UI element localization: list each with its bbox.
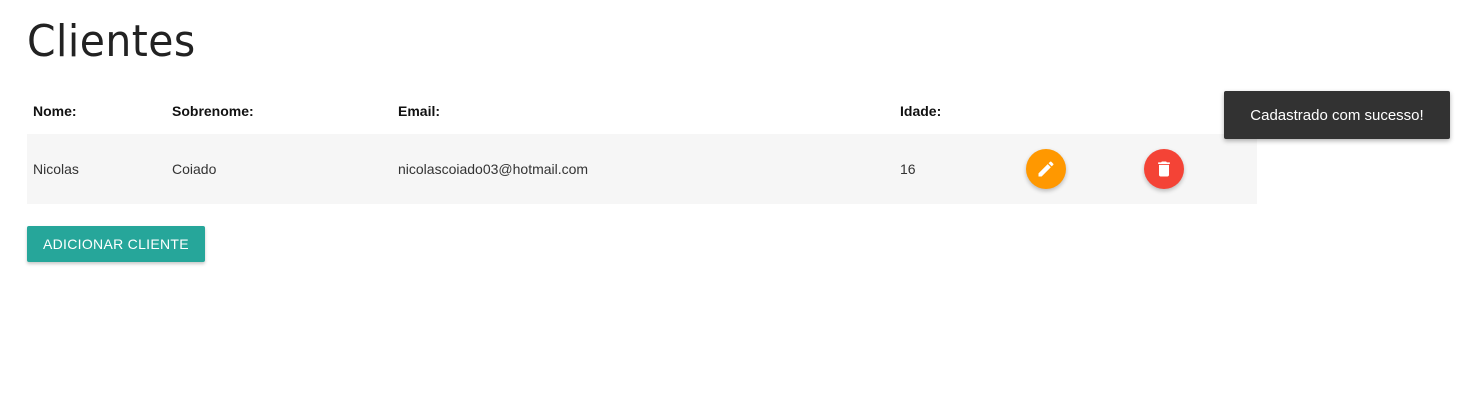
cell-sobrenome: Coiado bbox=[172, 161, 217, 177]
table-header-row: Nome: Sobrenome: Email: Idade: bbox=[27, 88, 1257, 134]
page-title: Clientes bbox=[27, 16, 196, 67]
table-row: Nicolas Coiado nicolascoiado03@hotmail.c… bbox=[27, 134, 1257, 204]
cell-nome: Nicolas bbox=[33, 161, 79, 177]
clients-table: Nome: Sobrenome: Email: Idade: Nicolas C… bbox=[27, 88, 1257, 204]
toast-message: Cadastrado com sucesso! bbox=[1250, 106, 1424, 124]
delete-cell bbox=[1144, 134, 1184, 204]
success-toast: Cadastrado com sucesso! bbox=[1224, 91, 1450, 139]
header-email: Email: bbox=[398, 103, 441, 119]
add-client-button[interactable]: ADICIONAR CLIENTE bbox=[27, 226, 205, 262]
header-idade: Idade: bbox=[900, 103, 942, 119]
trash-icon bbox=[1158, 161, 1170, 177]
edit-cell bbox=[1026, 134, 1066, 204]
edit-button[interactable] bbox=[1026, 149, 1066, 189]
header-sobrenome: Sobrenome: bbox=[172, 103, 254, 119]
clientes-page: Clientes Nome: Sobrenome: Email: Idade: … bbox=[0, 0, 1468, 419]
delete-button[interactable] bbox=[1144, 149, 1184, 189]
cell-email: nicolascoiado03@hotmail.com bbox=[398, 161, 589, 177]
pencil-icon bbox=[1038, 161, 1054, 177]
header-nome: Nome: bbox=[33, 103, 77, 119]
cell-idade: 16 bbox=[900, 161, 916, 177]
